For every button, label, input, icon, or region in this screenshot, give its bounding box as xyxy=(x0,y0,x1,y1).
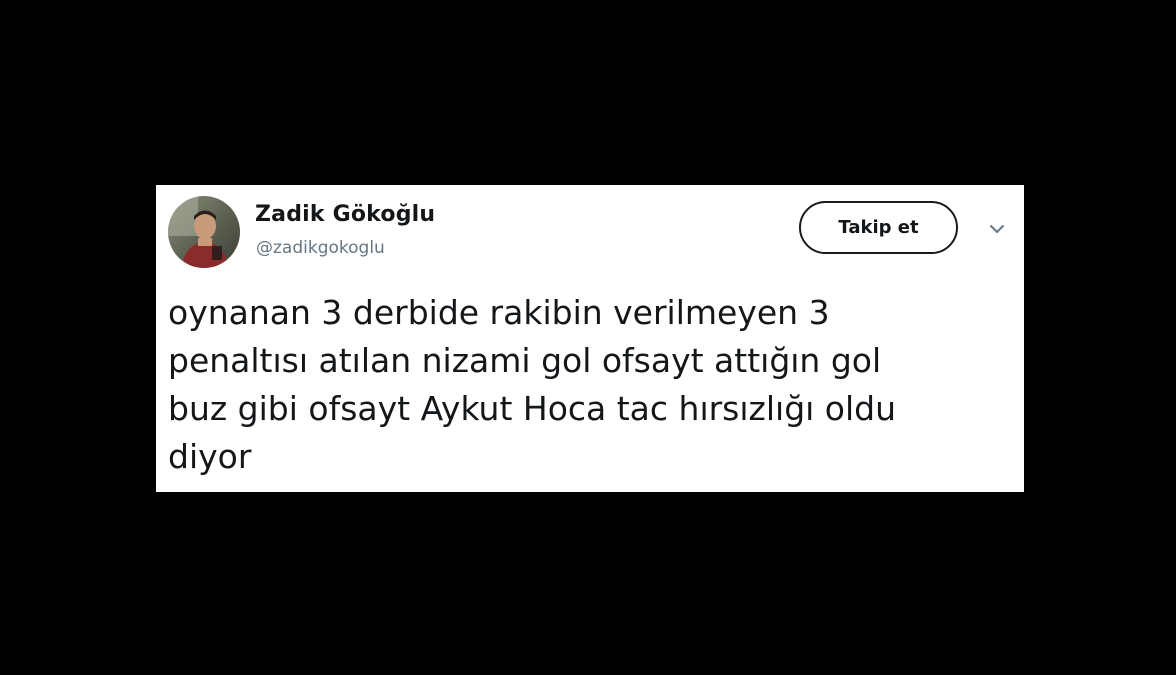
tweet-text-line: oynanan 3 derbide rakibin verilmeyen 3 xyxy=(168,293,830,332)
profile-photo-icon xyxy=(168,196,240,268)
tweet-text: oynanan 3 derbide rakibin verilmeyen 3 p… xyxy=(168,289,1008,481)
author-display-name[interactable]: Zadik Gökoğlu xyxy=(255,202,435,227)
chevron-down-icon xyxy=(990,225,1004,233)
follow-button[interactable]: Takip et xyxy=(799,201,958,254)
tweet-card: Zadik Gökoğlu @zadikgokoglu Takip et oyn… xyxy=(156,185,1024,492)
tweet-text-line: penaltısı atılan nizami gol ofsayt attığ… xyxy=(168,341,882,380)
tweet-text-line: diyor xyxy=(168,437,252,476)
tweet-menu-button[interactable] xyxy=(984,219,1010,239)
tweet-text-line: buz gibi ofsayt Aykut Hoca tac hırsızlığ… xyxy=(168,389,897,428)
avatar[interactable] xyxy=(168,196,240,268)
author-handle[interactable]: @zadikgokoglu xyxy=(256,238,385,258)
